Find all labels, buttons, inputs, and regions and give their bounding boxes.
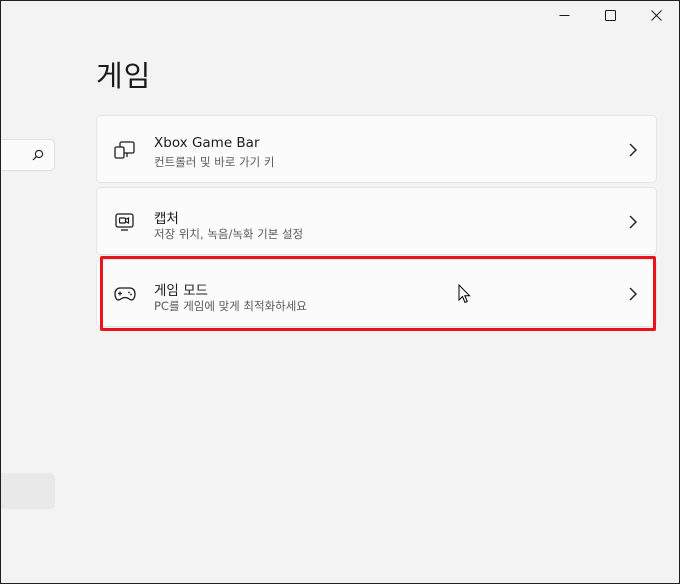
card-subtitle: 컨트롤러 및 바로 가기 키 bbox=[154, 155, 275, 169]
card-title: Xbox Game Bar bbox=[154, 135, 260, 151]
sidebar-item-selected[interactable] bbox=[1, 473, 55, 509]
card-title: 게임 모드 bbox=[154, 283, 208, 299]
card-title: 캡처 bbox=[154, 211, 179, 227]
game-mode-card[interactable]: 게임 모드 PC를 게임에 맞게 최적화하세요 bbox=[96, 259, 657, 327]
page-title: 게임 bbox=[96, 59, 152, 93]
window-controls bbox=[541, 1, 679, 29]
search-icon[interactable] bbox=[32, 146, 44, 165]
gamepad-icon bbox=[114, 284, 136, 304]
capture-icon bbox=[114, 212, 136, 232]
card-subtitle: 저장 위치, 녹음/녹화 기본 설정 bbox=[154, 227, 304, 241]
card-subtitle: PC를 게임에 맞게 최적화하세요 bbox=[154, 299, 307, 313]
minimize-icon bbox=[559, 10, 570, 21]
search-input[interactable] bbox=[1, 139, 55, 171]
maximize-icon bbox=[604, 9, 616, 21]
maximize-button[interactable] bbox=[587, 1, 633, 29]
capture-card[interactable]: 캡처 저장 위치, 녹음/녹화 기본 설정 bbox=[96, 187, 657, 255]
game-bar-icon bbox=[114, 140, 136, 160]
xbox-game-bar-card[interactable]: Xbox Game Bar 컨트롤러 및 바로 가기 키 bbox=[96, 115, 657, 183]
mouse-cursor-icon bbox=[458, 283, 472, 308]
settings-window: 게임 Xbox Game Bar 컨트롤러 및 바로 가기 키 캡처 저장 위치… bbox=[0, 0, 680, 584]
close-icon bbox=[650, 9, 662, 21]
chevron-right-icon bbox=[628, 214, 638, 230]
chevron-right-icon bbox=[628, 142, 638, 158]
minimize-button[interactable] bbox=[541, 1, 587, 29]
chevron-right-icon bbox=[628, 286, 638, 302]
close-button[interactable] bbox=[633, 1, 679, 29]
